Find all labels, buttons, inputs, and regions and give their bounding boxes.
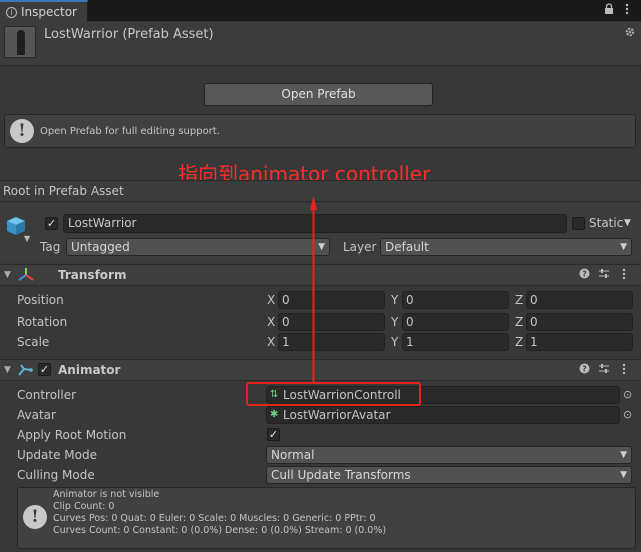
annotation-arrow <box>310 196 317 383</box>
highlight-box <box>246 382 421 406</box>
axis-z-label[interactable]: Z <box>515 335 523 349</box>
asset-title: LostWarrior (Prefab Asset) <box>44 27 214 42</box>
info-icon: ! <box>10 119 34 143</box>
open-prefab-button[interactable]: Open Prefab <box>204 83 433 106</box>
axis-x-label[interactable]: X <box>267 335 275 349</box>
object-picker-icon[interactable]: ⊙ <box>623 408 632 421</box>
gear-icon[interactable] <box>624 26 636 42</box>
info-line: Curves Pos: 0 Quat: 0 Euler: 0 Scale: 0 … <box>53 513 376 524</box>
axis-z-label[interactable]: Z <box>515 315 523 329</box>
position-y-field[interactable]: 0 <box>402 291 509 309</box>
menu-icon[interactable] <box>622 3 632 18</box>
help-text: Open Prefab for full editing support. <box>40 126 220 137</box>
position-label: Position <box>17 293 64 307</box>
controller-label: Controller <box>17 388 77 402</box>
culling-mode-value: Cull Update Transforms <box>271 468 411 482</box>
position-x-field[interactable]: 0 <box>278 291 385 309</box>
tab-inspector[interactable]: i Inspector <box>0 0 88 22</box>
update-mode-dropdown[interactable]: Normal ▼ <box>266 446 632 464</box>
fold-arrow-icon[interactable]: ▼ <box>4 270 11 280</box>
chevron-down-icon: ▼ <box>620 470 627 480</box>
axis-x-label[interactable]: X <box>267 315 275 329</box>
more-icon[interactable] <box>622 268 626 283</box>
info-icon: ! <box>23 505 47 529</box>
animator-title: Animator <box>58 363 121 377</box>
root-label: Root in Prefab Asset <box>3 184 124 198</box>
update-mode-label: Update Mode <box>17 448 97 462</box>
presets-icon[interactable] <box>598 268 610 282</box>
more-icon[interactable] <box>622 363 626 378</box>
chevron-down-icon[interactable]: ▼ <box>24 234 30 243</box>
help-icon[interactable]: ? <box>579 363 590 377</box>
axis-y-label[interactable]: Y <box>391 315 398 329</box>
animator-info-text: Animator is not visible Clip Count: 0 Cu… <box>53 489 386 537</box>
help-icon[interactable]: ? <box>579 268 590 282</box>
scale-x-field[interactable]: 1 <box>278 333 385 351</box>
tag-dropdown[interactable]: Untagged ▼ <box>66 238 330 256</box>
scale-y-field[interactable]: 1 <box>402 333 509 351</box>
chevron-down-icon[interactable]: ▼ <box>624 218 631 228</box>
static-label[interactable]: Static <box>589 216 623 230</box>
animator-icon <box>17 362 33 381</box>
chevron-down-icon: ▼ <box>620 242 627 252</box>
tag-label: Tag <box>40 240 61 254</box>
object-picker-icon[interactable]: ⊙ <box>623 388 632 401</box>
layer-value: Default <box>385 240 429 254</box>
info-line: Curves Count: 0 Constant: 0 (0.0%) Dense… <box>53 525 387 536</box>
apply-root-motion-label: Apply Root Motion <box>17 428 127 442</box>
apply-root-motion-checkbox[interactable]: ✓ <box>267 428 280 441</box>
rotation-x-field[interactable]: 0 <box>278 313 385 331</box>
static-checkbox[interactable] <box>572 217 585 230</box>
position-z-field[interactable]: 0 <box>526 291 633 309</box>
update-mode-value: Normal <box>271 448 315 462</box>
avatar-value: LostWarriorAvatar <box>283 408 391 422</box>
axis-y-label[interactable]: Y <box>391 335 398 349</box>
lock-icon[interactable] <box>604 3 614 18</box>
warrior-figure <box>17 30 25 55</box>
rotation-z-field[interactable]: 0 <box>526 313 633 331</box>
svg-text:?: ? <box>582 365 587 374</box>
layer-label: Layer <box>343 240 377 254</box>
rotation-label: Rotation <box>17 315 68 329</box>
info-line: Animator is not visible <box>53 489 160 500</box>
active-checkbox[interactable]: ✓ <box>45 217 58 230</box>
layer-dropdown[interactable]: Default ▼ <box>380 238 632 256</box>
axis-z-label[interactable]: Z <box>515 293 523 307</box>
info-icon: i <box>6 6 17 18</box>
transform-icon <box>17 266 35 287</box>
culling-mode-label: Culling Mode <box>17 468 95 482</box>
tab-title: Inspector <box>21 5 77 19</box>
avatar-field[interactable]: ✱ LostWarriorAvatar <box>266 406 620 424</box>
transform-title: Transform <box>58 268 127 282</box>
tab-bar <box>0 0 641 21</box>
scale-z-field[interactable]: 1 <box>526 333 633 351</box>
animator-enabled-checkbox[interactable]: ✓ <box>38 363 51 376</box>
avatar-label: Avatar <box>17 408 56 422</box>
scale-label: Scale <box>17 335 50 349</box>
prefab-thumbnail <box>4 26 36 58</box>
axis-y-label[interactable]: Y <box>391 293 398 307</box>
chevron-down-icon: ▼ <box>318 242 325 252</box>
culling-mode-dropdown[interactable]: Cull Update Transforms ▼ <box>266 466 632 484</box>
rotation-y-field[interactable]: 0 <box>402 313 509 331</box>
axis-x-label[interactable]: X <box>267 293 275 307</box>
info-line: Clip Count: 0 <box>53 501 115 512</box>
avatar-icon: ✱ <box>270 409 279 420</box>
presets-icon[interactable] <box>598 363 610 377</box>
tag-value: Untagged <box>71 240 130 254</box>
chevron-down-icon: ▼ <box>620 450 627 460</box>
fold-arrow-icon[interactable]: ▼ <box>4 365 11 375</box>
svg-text:?: ? <box>582 270 587 279</box>
